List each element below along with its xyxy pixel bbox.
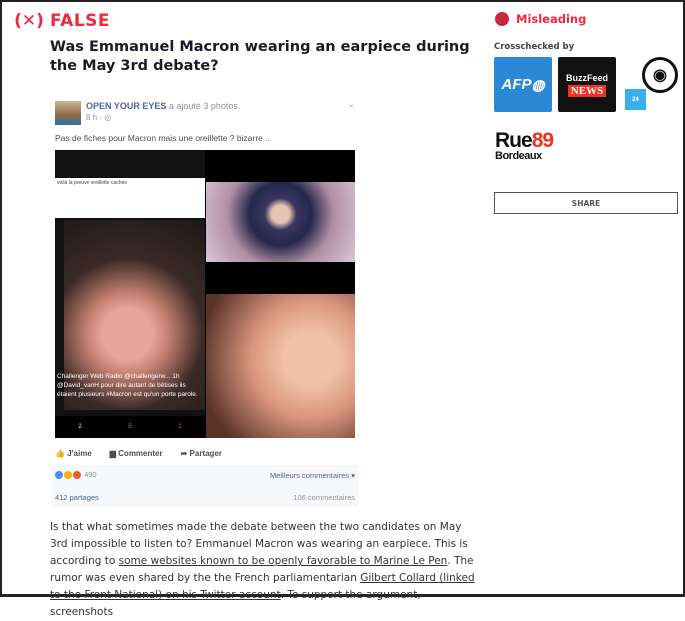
photo-collage[interactable]: voilà la preuve oreillette cachée Challe… bbox=[55, 150, 355, 438]
photo-closeup[interactable] bbox=[206, 294, 355, 438]
haha-reaction-icon bbox=[64, 471, 72, 480]
websites-link[interactable]: some websites known to be openly favorab… bbox=[119, 555, 448, 567]
reaction-count: 490 bbox=[84, 470, 97, 479]
post-message: Pas de fiches pour Macron mais une oreil… bbox=[55, 133, 270, 143]
like-count: 2 bbox=[178, 424, 182, 430]
comment-button[interactable]: ▆ Commenter bbox=[110, 449, 163, 458]
tweet-text: Challenger Web Radio @challengerw... 1h … bbox=[57, 373, 198, 398]
crosschecked-heading: Crosschecked by bbox=[494, 42, 575, 52]
post-actions: 👍 J'aime ▆ Commenter ➦ Partager bbox=[55, 449, 355, 458]
angry-reaction-icon bbox=[73, 471, 81, 480]
post-time: 8 h · ◎ bbox=[86, 113, 111, 122]
author-link[interactable]: OPEN YOUR EYES bbox=[86, 101, 166, 111]
comment-label: Commenter bbox=[118, 449, 163, 458]
like-reaction-icon bbox=[55, 471, 63, 480]
debate-image bbox=[206, 182, 355, 262]
like-button[interactable]: 👍 J'aime bbox=[55, 449, 92, 458]
reply-count: 2 bbox=[78, 424, 82, 430]
post-action: a ajouté 3 photos. bbox=[168, 101, 241, 111]
comment-sort-dropdown[interactable]: Meilleurs commentaires ▾ bbox=[270, 471, 355, 480]
france24-logo: 24 bbox=[625, 89, 646, 110]
article-body: Is that what sometimes made the debate b… bbox=[50, 519, 480, 621]
share-button[interactable]: SHARE bbox=[494, 192, 678, 214]
photo-ear-screenshot[interactable]: voilà la preuve oreillette cachée Challe… bbox=[55, 150, 205, 438]
sort-label: Meilleurs commentaires bbox=[269, 471, 350, 480]
x-in-brackets-icon: (✕) bbox=[14, 11, 44, 31]
globe-icon: ◎ bbox=[104, 113, 112, 122]
tweet-actions: 2 5 2 bbox=[55, 416, 205, 438]
facebook-post: OPEN YOUR EYES a ajouté 3 photos. 8 h · … bbox=[52, 97, 358, 507]
share-post-button[interactable]: ➦ Partager bbox=[181, 449, 222, 458]
eye-logo-icon: ◉ bbox=[642, 57, 678, 93]
verdict-badge: (✕) FALSE bbox=[14, 10, 110, 32]
photo-caption: voilà la preuve oreillette cachée bbox=[55, 178, 205, 218]
like-label: J'aime bbox=[67, 449, 92, 458]
avatar[interactable] bbox=[55, 101, 81, 125]
rating-badge: Misleading bbox=[495, 12, 586, 26]
afp-logo: AFP ◍ bbox=[494, 57, 552, 112]
time-text: 8 h · bbox=[86, 113, 105, 122]
page-title: Was Emmanuel Macron wearing an earpiece … bbox=[50, 39, 470, 74]
verdict-label: FALSE bbox=[50, 11, 111, 31]
retweet-count: 5 bbox=[128, 424, 132, 430]
rue89-bordeaux-logo: Rue89 Bordeaux bbox=[495, 129, 554, 162]
rating-label: Misleading bbox=[516, 12, 587, 26]
shares-count[interactable]: 412 partages bbox=[55, 493, 99, 502]
photo-debate[interactable] bbox=[206, 150, 355, 292]
post-header: OPEN YOUR EYES a ajouté 3 photos. bbox=[86, 101, 240, 111]
misleading-icon bbox=[495, 12, 509, 26]
share-label: Partager bbox=[189, 449, 223, 458]
buzzfeed-news-logo: BuzzFeed NEWS bbox=[558, 57, 616, 112]
reactions[interactable]: 490 bbox=[55, 470, 97, 480]
chevron-down-icon[interactable]: ⌄ bbox=[347, 99, 355, 110]
comments-count[interactable]: 106 commentaires bbox=[293, 493, 355, 502]
post-stats: 490 Meilleurs commentaires ▾ 412 partage… bbox=[52, 465, 358, 507]
